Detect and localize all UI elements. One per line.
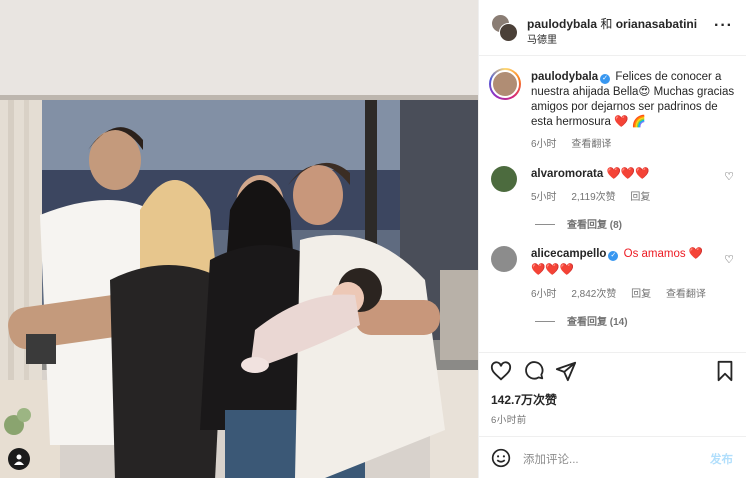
post-image (0, 0, 478, 478)
comment-text: ❤️❤️❤️ (606, 168, 650, 180)
comment-likes[interactable]: 2,119次赞 (571, 192, 615, 203)
caption-meta: 6小时 查看翻译 (531, 135, 623, 150)
comment-meta: 6小时 2,842次赞 回复 查看翻译 (531, 285, 718, 300)
comment-icon[interactable] (523, 360, 545, 382)
like-heart-icon[interactable]: ♡ (724, 170, 734, 183)
tagged-users-icon[interactable] (8, 448, 30, 470)
comment-username[interactable]: alvaromorata (531, 168, 603, 180)
location-link[interactable]: 马德里 (527, 31, 557, 46)
view-replies-button[interactable]: 查看回复 (14) (535, 313, 628, 328)
like-heart-icon[interactable] (490, 360, 512, 382)
post-header: paulodybala 和 orianasabatini 马德里 ··· (479, 0, 746, 56)
translate-link[interactable]: 查看翻译 (571, 139, 611, 150)
reply-button[interactable]: 回复 (631, 289, 651, 300)
avatar (499, 23, 518, 42)
comment: alicecampello ✓ Os amamos ❤️ ❤️❤️❤️ (531, 246, 716, 278)
bookmark-icon[interactable] (714, 360, 736, 382)
view-replies-button[interactable]: 查看回复 (8) (535, 216, 622, 231)
view-replies-label: 查看回复 (14) (567, 317, 628, 328)
divider (535, 224, 555, 225)
post-side-panel: paulodybala 和 orianasabatini 马德里 ··· pau… (478, 0, 746, 478)
emoji-icon[interactable] (491, 448, 511, 468)
avatar[interactable] (491, 166, 517, 192)
comment-meta: 5小时 2,119次赞 回复 (531, 188, 662, 203)
translate-link[interactable]: 查看翻译 (666, 289, 706, 300)
like-heart-icon[interactable]: ♡ (724, 253, 734, 266)
view-replies-label: 查看回复 (8) (567, 220, 622, 231)
more-horizontal-icon[interactable]: ··· (714, 18, 733, 34)
caption-username[interactable]: paulodybala (531, 71, 598, 83)
author-joiner: 和 (600, 17, 613, 31)
coauthor-avatars[interactable] (491, 14, 519, 42)
likes-count[interactable]: 142.7万次赞 (491, 391, 557, 408)
post-authors: paulodybala 和 orianasabatini (527, 15, 697, 32)
post-comment-button[interactable]: 发布 (710, 451, 733, 467)
caption: paulodybala ✓ Felices de conocer a nuestr… (531, 70, 736, 130)
verified-badge-icon: ✓ (608, 251, 619, 261)
author-link[interactable]: orianasabatini (616, 17, 697, 31)
share-send-icon[interactable] (555, 360, 577, 382)
comment-composer: 添加评论... 发布 (479, 436, 746, 478)
avatar[interactable] (491, 246, 517, 272)
divider (535, 321, 555, 322)
post-photo[interactable] (0, 0, 478, 478)
avatar[interactable] (489, 68, 521, 100)
comment-time[interactable]: 6小时 (531, 289, 557, 300)
verified-badge-icon: ✓ (600, 74, 611, 84)
post-actions: 142.7万次赞 6小时前 (479, 352, 746, 428)
comment-likes[interactable]: 2,842次赞 (571, 289, 616, 300)
reply-button[interactable]: 回复 (630, 192, 650, 203)
comment: alvaromorata ❤️❤️❤️ (531, 166, 716, 182)
caption-time[interactable]: 6小时 (531, 139, 557, 150)
author-link[interactable]: paulodybala (527, 17, 597, 31)
comment-username[interactable]: alicecampello (531, 248, 606, 260)
comment-time[interactable]: 5小时 (531, 192, 557, 203)
post-time[interactable]: 6小时前 (491, 412, 527, 426)
comment-input[interactable]: 添加评论... (523, 451, 579, 467)
